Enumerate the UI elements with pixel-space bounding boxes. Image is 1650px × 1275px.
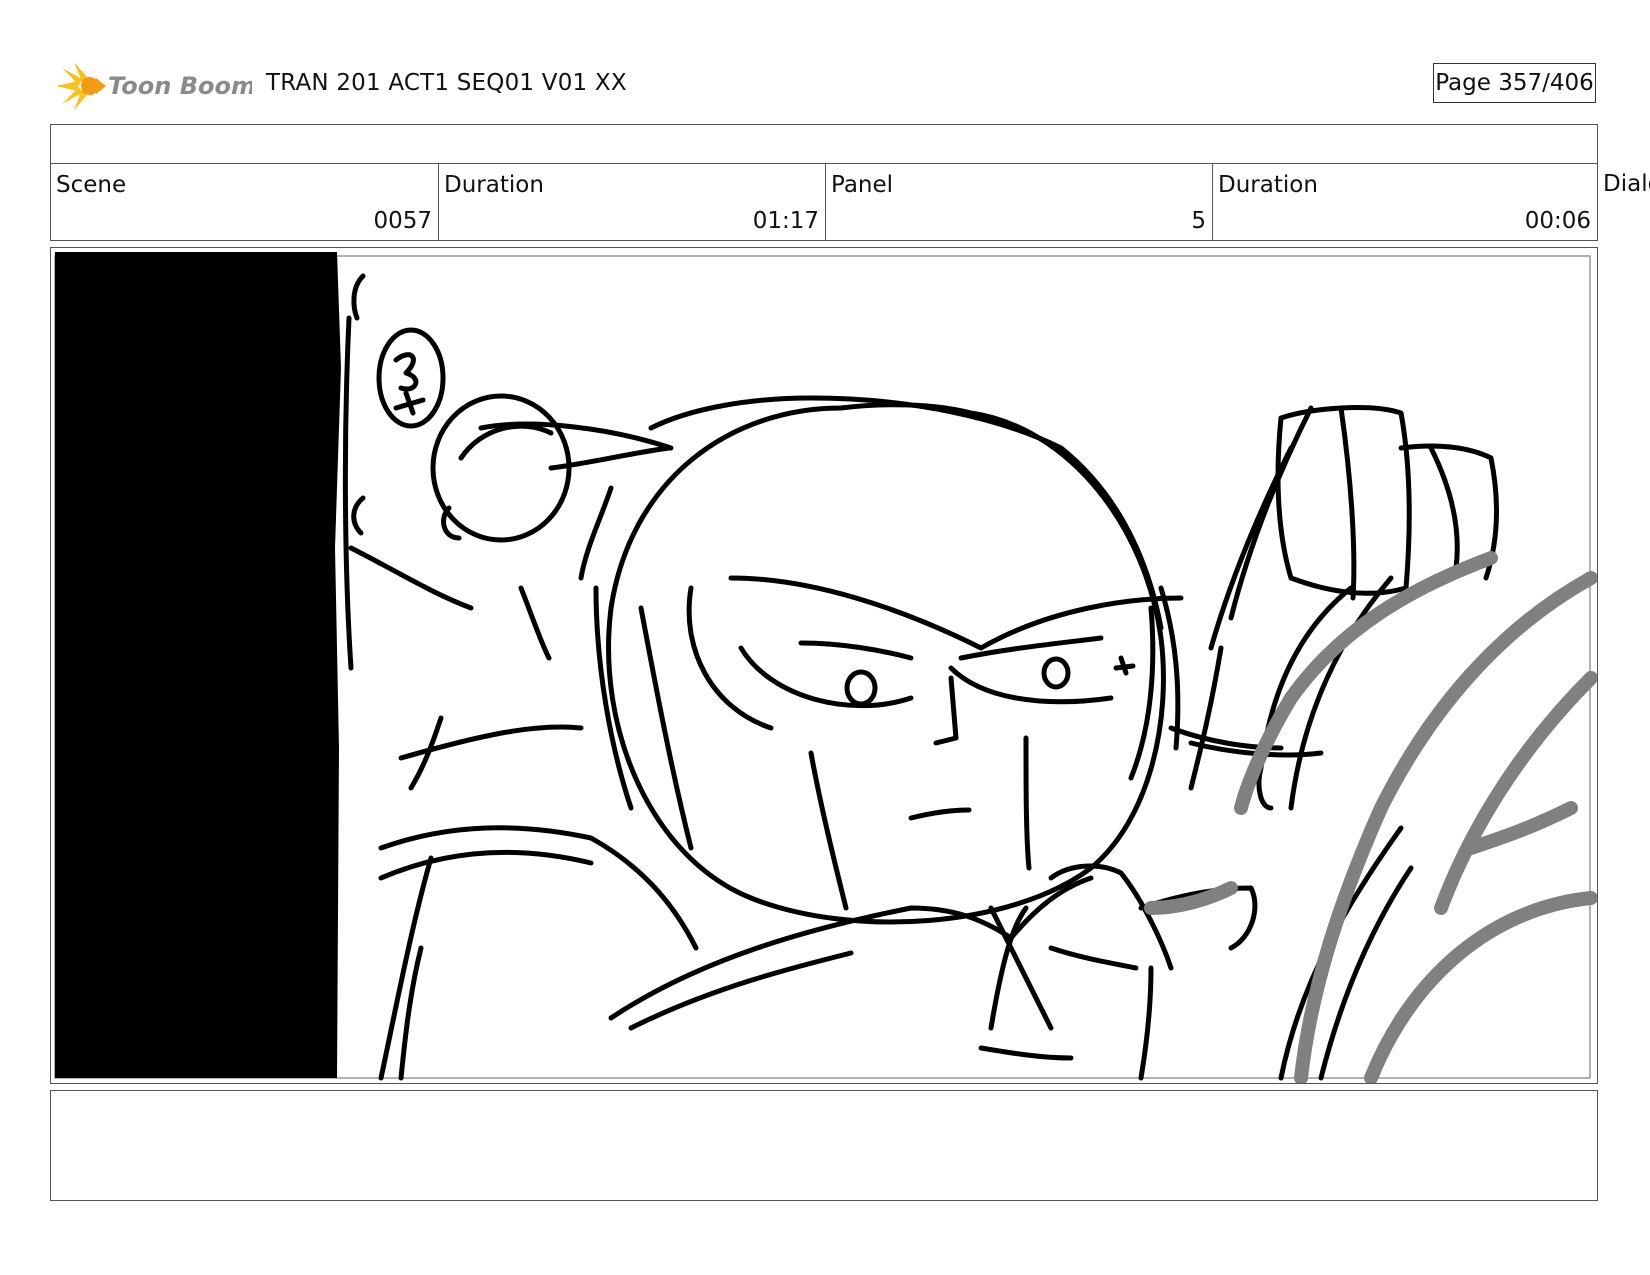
panel-notes-box: [50, 1090, 1598, 1201]
toon-boom-logo: Toon Boom: [52, 58, 252, 114]
panel-label: Panel: [831, 172, 894, 198]
document-title: TRAN 201 ACT1 SEQ01 V01 XX: [266, 70, 627, 96]
scene-label: Scene: [56, 172, 127, 198]
scene-number: 0057: [373, 208, 432, 234]
scene-duration-cell: Duration 01:17: [438, 164, 825, 240]
panel-duration-label: Duration: [1218, 172, 1318, 198]
starburst-icon: [56, 62, 106, 110]
scene-duration-value: 01:17: [752, 208, 819, 234]
panel-number: 5: [1191, 208, 1206, 234]
scene-duration-label: Duration: [444, 172, 544, 198]
scene-cell: Scene 0057: [51, 164, 438, 240]
dialogue-label: Dialo: [1603, 171, 1650, 197]
panel-info-row: Scene 0057 Duration 01:17 Panel 5 Durati…: [50, 163, 1598, 241]
panel-cell: Panel 5: [825, 164, 1212, 240]
blank-header-row: [50, 124, 1598, 164]
page-indicator: Page 357/406: [1433, 63, 1596, 103]
panel-duration-cell: Duration 00:06: [1212, 164, 1597, 240]
storyboard-panel: [50, 247, 1598, 1084]
panel-sketch: [54, 252, 1597, 1083]
panel-duration-value: 00:06: [1524, 208, 1591, 234]
logo-text: Toon Boom: [108, 72, 252, 100]
black-bar: [55, 252, 341, 1078]
